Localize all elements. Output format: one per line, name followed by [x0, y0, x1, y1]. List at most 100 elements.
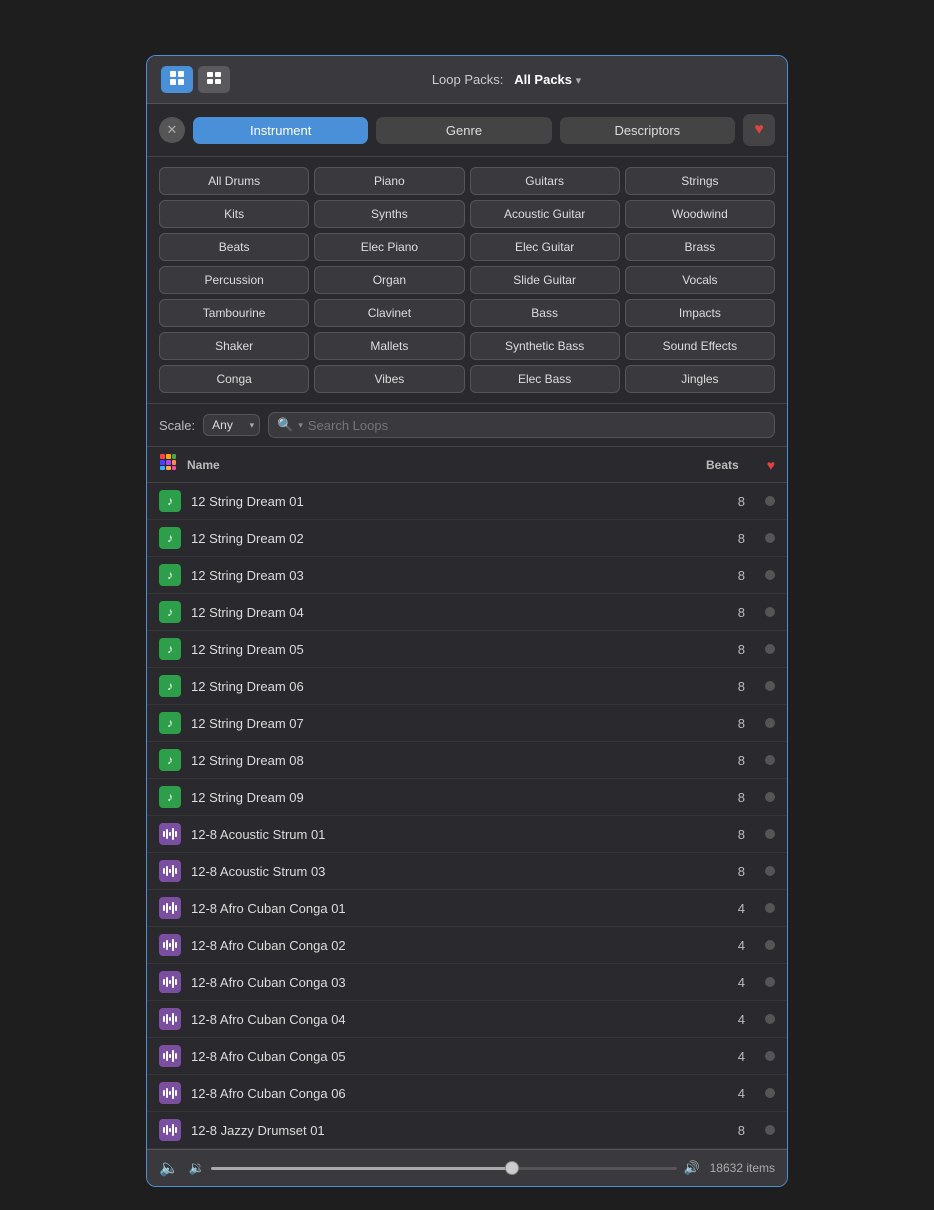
loop-item[interactable]: ♪12 String Dream 068: [147, 668, 787, 705]
instrument-button-vocals[interactable]: Vocals: [625, 266, 775, 294]
loop-item[interactable]: ♪12 String Dream 048: [147, 594, 787, 631]
loop-item[interactable]: 12-8 Afro Cuban Conga 034: [147, 964, 787, 1001]
loop-item-favorite-dot[interactable]: [765, 496, 775, 506]
instrument-button-elec-bass[interactable]: Elec Bass: [470, 365, 620, 393]
instrument-button-conga[interactable]: Conga: [159, 365, 309, 393]
loop-item-icon: ♪: [159, 638, 181, 660]
instrument-button-organ[interactable]: Organ: [314, 266, 464, 294]
view-button-grid[interactable]: [161, 66, 193, 93]
loop-item[interactable]: ♪12 String Dream 018: [147, 483, 787, 520]
loop-item[interactable]: ♪12 String Dream 058: [147, 631, 787, 668]
tab-descriptors[interactable]: Descriptors: [560, 117, 735, 144]
loop-item-name: 12-8 Afro Cuban Conga 01: [191, 901, 738, 916]
loop-item-favorite-dot[interactable]: [765, 718, 775, 728]
list-sort-icon[interactable]: [159, 453, 177, 476]
instrument-button-all-drums[interactable]: All Drums: [159, 167, 309, 195]
loop-item-favorite-dot[interactable]: [765, 607, 775, 617]
instrument-button-tambourine[interactable]: Tambourine: [159, 299, 309, 327]
loop-item-icon: [159, 1045, 181, 1067]
loop-item-name: 12-8 Afro Cuban Conga 02: [191, 938, 738, 953]
tab-instrument[interactable]: Instrument: [193, 117, 368, 144]
instrument-button-slide-guitar[interactable]: Slide Guitar: [470, 266, 620, 294]
loop-item-favorite-dot[interactable]: [765, 681, 775, 691]
loop-item[interactable]: ♪12 String Dream 088: [147, 742, 787, 779]
instrument-button-bass[interactable]: Bass: [470, 299, 620, 327]
instrument-button-acoustic-guitar[interactable]: Acoustic Guitar: [470, 200, 620, 228]
loop-item-favorite-dot[interactable]: [765, 570, 775, 580]
tab-genre[interactable]: Genre: [376, 117, 551, 144]
loop-browser-panel: Loop Packs: All Packs ▾ ✕ Instrument Gen…: [146, 55, 788, 1187]
search-input[interactable]: [308, 418, 766, 433]
instrument-button-jingles[interactable]: Jingles: [625, 365, 775, 393]
loop-item[interactable]: 12-8 Afro Cuban Conga 064: [147, 1075, 787, 1112]
instrument-button-mallets[interactable]: Mallets: [314, 332, 464, 360]
favorites-button[interactable]: ♥: [743, 114, 775, 146]
loop-item-favorite-dot[interactable]: [765, 1125, 775, 1135]
loop-packs-value[interactable]: All Packs: [514, 72, 572, 87]
search-icon: 🔍: [277, 417, 293, 433]
instrument-button-kits[interactable]: Kits: [159, 200, 309, 228]
instrument-button-shaker[interactable]: Shaker: [159, 332, 309, 360]
loop-item[interactable]: ♪12 String Dream 028: [147, 520, 787, 557]
footer: 🔈 🔉 🔊 18632 items: [147, 1149, 787, 1186]
loop-item-icon: [159, 971, 181, 993]
loop-item[interactable]: 12-8 Afro Cuban Conga 044: [147, 1001, 787, 1038]
loop-item-favorite-dot[interactable]: [765, 755, 775, 765]
loop-item-favorite-dot[interactable]: [765, 792, 775, 802]
loop-item-favorite-dot[interactable]: [765, 977, 775, 987]
loop-item-name: 12-8 Afro Cuban Conga 05: [191, 1049, 738, 1064]
instrument-button-brass[interactable]: Brass: [625, 233, 775, 261]
instrument-button-synthetic-bass[interactable]: Synthetic Bass: [470, 332, 620, 360]
loop-item[interactable]: ♪12 String Dream 078: [147, 705, 787, 742]
loop-item-icon: [159, 860, 181, 882]
close-button[interactable]: ✕: [159, 117, 185, 143]
loop-item-favorite-dot[interactable]: [765, 1088, 775, 1098]
loop-item[interactable]: 12-8 Acoustic Strum 038: [147, 853, 787, 890]
instrument-button-elec-piano[interactable]: Elec Piano: [314, 233, 464, 261]
view-toggle: [161, 66, 230, 93]
list-header-heart-icon[interactable]: ♥: [767, 457, 775, 473]
loop-item-icon: [159, 1119, 181, 1141]
loop-item-favorite-dot[interactable]: [765, 644, 775, 654]
loop-item-icon: [159, 934, 181, 956]
instrument-button-piano[interactable]: Piano: [314, 167, 464, 195]
loop-item-favorite-dot[interactable]: [765, 829, 775, 839]
loop-item-favorite-dot[interactable]: [765, 533, 775, 543]
instrument-button-percussion[interactable]: Percussion: [159, 266, 309, 294]
speaker-button[interactable]: 🔈: [159, 1158, 179, 1178]
loop-item-beats: 8: [738, 531, 745, 546]
loop-item-favorite-dot[interactable]: [765, 903, 775, 913]
loop-item-beats: 4: [738, 1049, 745, 1064]
loop-item[interactable]: ♪12 String Dream 038: [147, 557, 787, 594]
instrument-button-vibes[interactable]: Vibes: [314, 365, 464, 393]
instrument-button-guitars[interactable]: Guitars: [470, 167, 620, 195]
loop-item-favorite-dot[interactable]: [765, 940, 775, 950]
loop-item[interactable]: 12-8 Afro Cuban Conga 014: [147, 890, 787, 927]
instrument-button-clavinet[interactable]: Clavinet: [314, 299, 464, 327]
view-button-list[interactable]: [198, 66, 230, 93]
instrument-button-strings[interactable]: Strings: [625, 167, 775, 195]
loop-item-favorite-dot[interactable]: [765, 866, 775, 876]
loop-item-favorite-dot[interactable]: [765, 1051, 775, 1061]
instrument-button-woodwind[interactable]: Woodwind: [625, 200, 775, 228]
loop-item[interactable]: 12-8 Acoustic Strum 018: [147, 816, 787, 853]
instrument-button-elec-guitar[interactable]: Elec Guitar: [470, 233, 620, 261]
loop-item-name: 12 String Dream 08: [191, 753, 738, 768]
loop-item-favorite-dot[interactable]: [765, 1014, 775, 1024]
search-chevron-icon: ▾: [298, 420, 303, 431]
instrument-button-synths[interactable]: Synths: [314, 200, 464, 228]
loop-item-beats: 8: [738, 605, 745, 620]
loop-item-name: 12 String Dream 07: [191, 716, 738, 731]
loop-item-name: 12 String Dream 03: [191, 568, 738, 583]
loop-item-name: 12 String Dream 01: [191, 494, 738, 509]
loop-item[interactable]: 12-8 Jazzy Drumset 018: [147, 1112, 787, 1149]
loop-item[interactable]: 12-8 Afro Cuban Conga 054: [147, 1038, 787, 1075]
volume-slider[interactable]: [211, 1167, 677, 1170]
loop-item[interactable]: 12-8 Afro Cuban Conga 024: [147, 927, 787, 964]
instrument-button-beats[interactable]: Beats: [159, 233, 309, 261]
volume-low-icon: 🔉: [189, 1160, 205, 1176]
scale-select[interactable]: Any Major Minor Neither: [203, 414, 260, 436]
instrument-button-impacts[interactable]: Impacts: [625, 299, 775, 327]
instrument-button-sound-effects[interactable]: Sound Effects: [625, 332, 775, 360]
loop-item[interactable]: ♪12 String Dream 098: [147, 779, 787, 816]
